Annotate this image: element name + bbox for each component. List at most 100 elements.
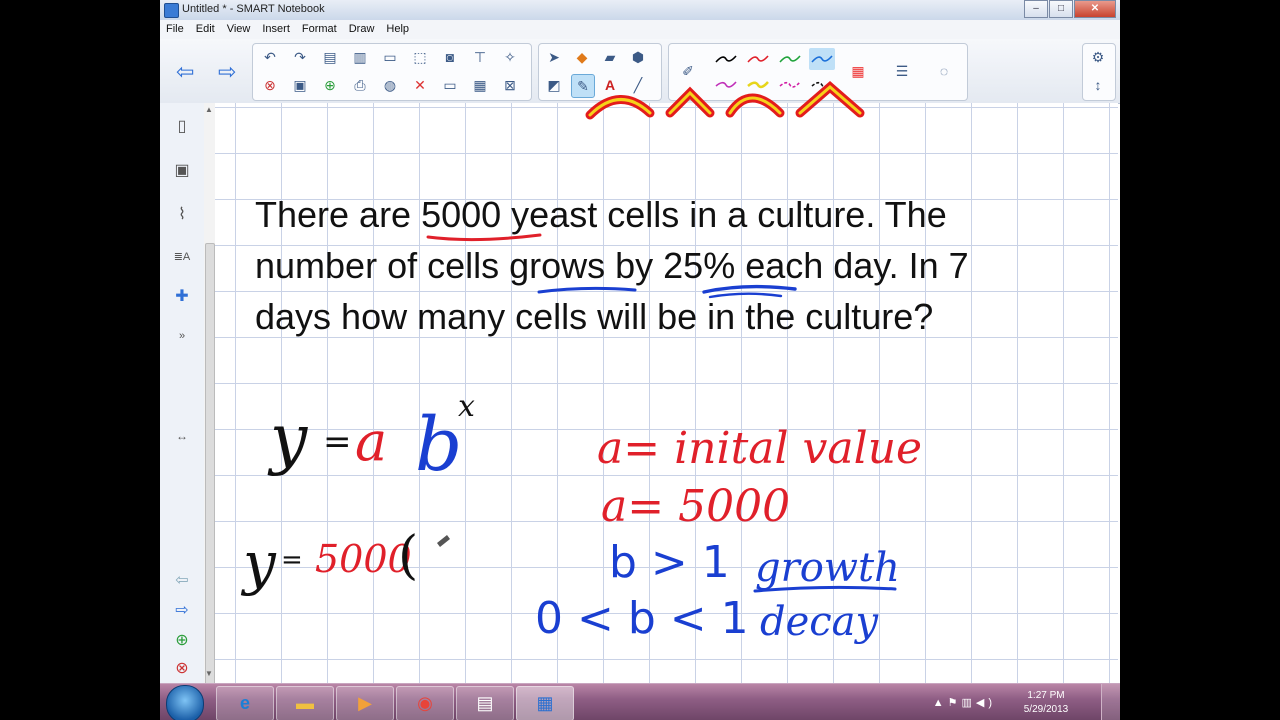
pen-style-blue-selected[interactable] bbox=[809, 48, 835, 70]
fill-tool-button[interactable]: ⬢ bbox=[627, 46, 649, 68]
delete-button[interactable]: ✕ bbox=[409, 74, 431, 96]
taskbar-internet-explorer[interactable]: e bbox=[216, 686, 274, 720]
volume-icon[interactable]: ◀) bbox=[976, 697, 996, 709]
menu-view[interactable]: View bbox=[221, 20, 257, 39]
redo-icon: ↷ bbox=[294, 48, 306, 65]
highlighter-tool-button[interactable]: ▰ bbox=[599, 46, 621, 68]
camera-icon: ◙ bbox=[445, 49, 455, 65]
properties-tab[interactable]: ≣A bbox=[167, 241, 197, 271]
taskbar-smart-notebook[interactable]: ▦ bbox=[516, 686, 574, 720]
minimize-button[interactable]: – bbox=[1024, 0, 1048, 18]
formula-equals: = bbox=[323, 422, 352, 462]
screen-shade-button[interactable]: ▭ bbox=[379, 46, 401, 68]
window-title: Untitled * - SMART Notebook bbox=[182, 3, 325, 15]
menu-insert[interactable]: Insert bbox=[256, 20, 296, 39]
monitor-icon: ▭ bbox=[383, 48, 397, 65]
ink-layer: y = a b x y = 5000 ( a= inital value a= … bbox=[240, 233, 922, 645]
next-page-side-button[interactable]: ⇨ bbox=[167, 595, 197, 625]
whiteboard-canvas[interactable]: There are 5000 yeast cells in a culture.… bbox=[215, 81, 1118, 683]
maximize-button[interactable]: □ bbox=[1049, 0, 1073, 18]
add-page-button[interactable]: ⊕ bbox=[319, 74, 341, 96]
paste-button[interactable]: ▥ bbox=[349, 46, 371, 68]
attachments-tab[interactable]: ⌇ bbox=[167, 199, 197, 229]
collapse-sidebar-button[interactable]: » bbox=[167, 321, 197, 351]
menu-help[interactable]: Help bbox=[380, 20, 415, 39]
flag-icon[interactable]: ⚑ bbox=[948, 697, 962, 709]
smart-notebook-app-icon[interactable] bbox=[164, 3, 179, 18]
page-sorter-tab[interactable]: ▯ bbox=[167, 111, 197, 141]
pen-style-green[interactable] bbox=[777, 48, 803, 70]
pen-style-black[interactable] bbox=[713, 48, 739, 70]
tray-icons[interactable]: ▲⚑▥◀) bbox=[933, 696, 996, 709]
delete-icon: ⊗ bbox=[264, 76, 276, 93]
fullscreen-icon: ⬚ bbox=[413, 48, 427, 65]
table-icon: ⊤ bbox=[473, 48, 487, 65]
magic-wand-icon: ✧ bbox=[504, 48, 516, 65]
close-icon: ✕ bbox=[414, 76, 426, 93]
capture-button[interactable]: ◙ bbox=[439, 46, 461, 68]
clipboard-icon: ▥ bbox=[353, 48, 367, 65]
print-button[interactable]: ⎙ bbox=[349, 74, 371, 96]
previous-page-side-button[interactable]: ⇦ bbox=[167, 565, 197, 595]
arrow-right-icon: ⇨ bbox=[218, 59, 237, 84]
table-tool-button[interactable]: ⊤ bbox=[469, 46, 491, 68]
settings-button[interactable]: ⚙ bbox=[1087, 46, 1109, 68]
pointer-icon: ➤ bbox=[548, 48, 560, 65]
menu-edit[interactable]: Edit bbox=[190, 20, 221, 39]
toolbar-group-settings: ⚙ ↕ bbox=[1082, 43, 1116, 101]
menu-draw[interactable]: Draw bbox=[343, 20, 381, 39]
network-status-icon[interactable]: ▥ bbox=[961, 697, 975, 709]
previous-page-button[interactable]: ⇦ bbox=[176, 59, 194, 85]
clear-page-button[interactable]: ⊠ bbox=[499, 74, 521, 96]
step2-equals: = bbox=[281, 545, 303, 575]
redo-button[interactable]: ↷ bbox=[289, 46, 311, 68]
fullscreen-button[interactable]: ⬚ bbox=[409, 46, 431, 68]
show-desktop-button[interactable] bbox=[1101, 684, 1120, 720]
screen-capture-button[interactable]: ▭ bbox=[439, 74, 461, 96]
note-a-5000: a= 5000 bbox=[601, 481, 790, 532]
taskbar-chrome[interactable]: ◉ bbox=[396, 686, 454, 720]
show-hidden-icons-icon[interactable]: ▲ bbox=[933, 697, 948, 709]
select-tool-button[interactable]: ➤ bbox=[543, 46, 565, 68]
add-page-side-button[interactable]: ⊕ bbox=[167, 625, 197, 655]
resize-handle[interactable]: ↔ bbox=[167, 421, 197, 451]
save-button[interactable]: ▣ bbox=[289, 74, 311, 96]
up-down-arrow-icon: ↕ bbox=[1094, 77, 1102, 93]
scroll-up-arrow-icon[interactable]: ▲ bbox=[205, 105, 213, 114]
gallery-tab[interactable]: ▣ bbox=[167, 155, 197, 185]
double-chevron-right-icon: » bbox=[178, 330, 186, 342]
shapes-tool-button[interactable]: ◆ bbox=[571, 46, 593, 68]
menu-file[interactable]: File bbox=[160, 20, 190, 39]
scroll-down-arrow-icon[interactable]: ▼ bbox=[205, 669, 213, 678]
properties-icon: ≣A bbox=[173, 250, 191, 263]
pen-style-red[interactable] bbox=[745, 48, 771, 70]
note-b-greater-1: b > 1 bbox=[609, 537, 730, 588]
open-file-button[interactable]: ▤ bbox=[319, 46, 341, 68]
taskbar-media-player[interactable]: ▶ bbox=[336, 686, 394, 720]
toolbar-move-button[interactable]: ↕ bbox=[1087, 74, 1109, 96]
tray-clock[interactable]: 1:27 PM 5/29/2013 bbox=[1006, 689, 1086, 717]
line-style-button[interactable]: ☰ bbox=[891, 60, 913, 82]
taskbar-file-explorer[interactable]: ▬ bbox=[276, 686, 334, 720]
horizontal-resize-icon: ↔ bbox=[176, 429, 188, 443]
scrollbar-thumb[interactable] bbox=[205, 243, 215, 705]
clock-time: 1:27 PM bbox=[1027, 690, 1065, 701]
start-button[interactable] bbox=[166, 685, 204, 720]
delete-page-button[interactable]: ⊗ bbox=[259, 74, 281, 96]
insert-table-button[interactable]: ▦ bbox=[469, 74, 491, 96]
next-page-button[interactable]: ⇨ bbox=[218, 59, 236, 85]
clear-icon: ⊠ bbox=[504, 76, 516, 93]
taskbar-network-app[interactable]: ▤ bbox=[456, 686, 514, 720]
formula-y: y bbox=[267, 400, 308, 477]
globe-button[interactable]: ◍ bbox=[379, 74, 401, 96]
addons-tab[interactable]: ✚ bbox=[167, 281, 197, 311]
undo-button[interactable]: ↶ bbox=[259, 46, 281, 68]
close-button[interactable]: ✕ bbox=[1074, 0, 1116, 18]
delete-page-side-button[interactable]: ⊗ bbox=[167, 653, 197, 683]
note-a-initial-value: a= inital value bbox=[597, 423, 922, 474]
eraser-tool-button[interactable]: ◩ bbox=[543, 74, 565, 96]
menu-format[interactable]: Format bbox=[296, 20, 343, 39]
transparency-button[interactable]: ◌ bbox=[933, 60, 955, 82]
paperclip-icon: ⌇ bbox=[178, 206, 186, 223]
magic-pen-button[interactable]: ✧ bbox=[499, 46, 521, 68]
